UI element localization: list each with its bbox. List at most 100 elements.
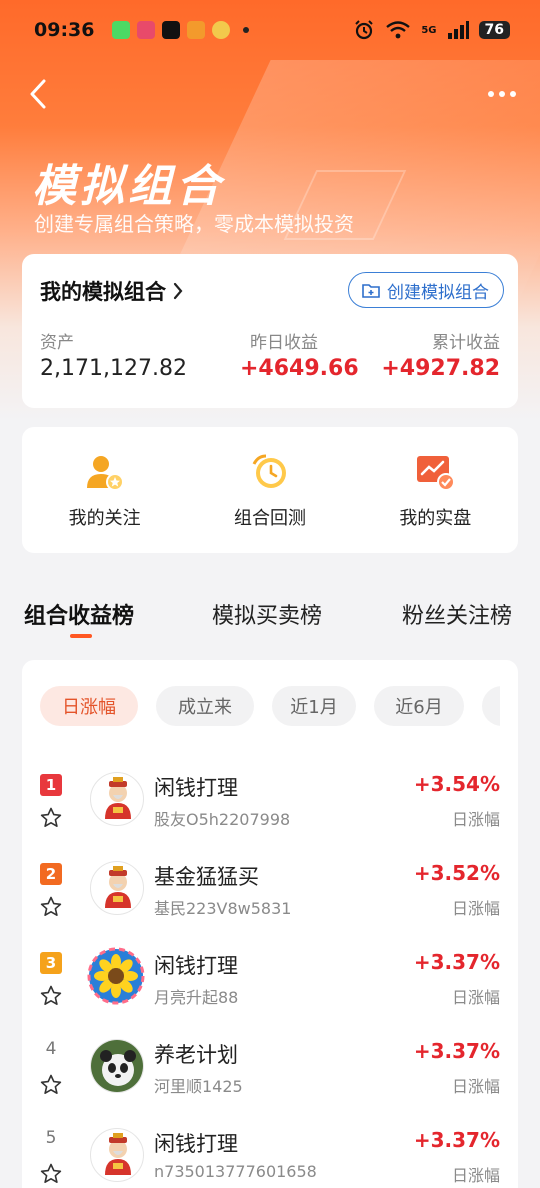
- shortcuts-card: 我的关注 组合回测 我的实盘: [22, 427, 518, 553]
- ranking-row[interactable]: 3 闲钱打理 月亮升起88 +3.37% 日涨幅: [22, 944, 518, 1032]
- clock-icon: [252, 454, 286, 488]
- fortune-god-image: [105, 866, 131, 908]
- filter-daily-gain[interactable]: 日涨幅: [40, 686, 138, 726]
- tiktok-app-icon: [162, 21, 181, 39]
- shortcut-label: 我的实盘: [399, 508, 472, 529]
- portfolio-gain: +3.37%: [413, 1039, 500, 1063]
- chart-check-icon: [417, 456, 456, 491]
- fortune-god-image: [105, 1133, 131, 1175]
- wifi-icon: [386, 21, 411, 39]
- star-outline-icon[interactable]: [39, 895, 63, 919]
- battery-indicator: 76: [478, 21, 510, 39]
- total-profit-label: 累计收益: [432, 333, 500, 353]
- more-dot-icon: [499, 91, 505, 97]
- portfolio-gain: +3.52%: [413, 861, 500, 885]
- filter-6-months[interactable]: 近6月: [374, 686, 464, 726]
- more-dot-icon: [510, 91, 516, 97]
- user-star-icon: [86, 456, 124, 491]
- fortune-god-avatar[interactable]: [90, 772, 144, 826]
- rank-number: 5: [45, 1128, 57, 1148]
- portfolio-name: 闲钱打理: [154, 776, 238, 800]
- page-subtitle: 创建专属组合策略，零成本模拟投资: [34, 212, 354, 236]
- ranking-row[interactable]: 2 基金猛猛买 基民223V8w5831 +3.52% 日涨幅: [22, 855, 518, 943]
- rank-badge: 1: [40, 774, 62, 796]
- filter-more-chip[interactable]: [482, 686, 500, 726]
- portfolio-gain: +3.37%: [413, 1128, 500, 1152]
- star-outline-icon[interactable]: [39, 1073, 63, 1097]
- ranking-row[interactable]: 1 闲钱打理 股友O5h2207998 +3.54% 日涨幅: [22, 766, 518, 854]
- tab-simulated-trading[interactable]: 模拟买卖榜: [212, 598, 322, 630]
- weibo-app-icon: [212, 21, 231, 39]
- back-arrow-icon: [30, 79, 46, 109]
- rank-number: 4: [45, 1039, 57, 1059]
- notification-dot-icon: [243, 27, 250, 33]
- signal-icon: [447, 21, 469, 39]
- create-portfolio-label: 创建模拟组合: [387, 282, 489, 303]
- sunflower-avatar[interactable]: [86, 946, 146, 1006]
- star-outline-icon[interactable]: [39, 1162, 63, 1186]
- portfolio-gain-label: 日涨幅: [451, 1166, 500, 1185]
- more-dot-icon: [488, 91, 494, 97]
- ranking-card: 日涨幅 成立来 近1月 近6月 1 闲钱打理 股友O5h2207998 +3.5…: [22, 660, 518, 1188]
- shopping-app-icon: [137, 21, 156, 39]
- star-outline-icon[interactable]: [39, 806, 63, 830]
- portfolio-owner: 月亮升起88: [154, 988, 239, 1007]
- my-portfolio-title: 我的模拟组合: [40, 280, 166, 304]
- rank-badge: 2: [40, 863, 62, 885]
- portfolio-gain: +3.54%: [413, 772, 500, 796]
- shortcut-real-trading[interactable]: 我的实盘: [360, 450, 510, 530]
- page-title: 模拟组合: [32, 161, 224, 212]
- portfolio-name: 闲钱打理: [154, 1132, 238, 1156]
- portfolio-owner: 基民223V8w5831: [154, 899, 292, 918]
- fortune-god-avatar[interactable]: [90, 861, 144, 915]
- shortcut-backtest[interactable]: 组合回测: [195, 450, 345, 530]
- portfolio-owner: n735013777601658: [154, 1162, 317, 1181]
- portfolio-owner: 河里顺1425: [154, 1077, 243, 1096]
- status-time: 09:36: [34, 19, 95, 41]
- panda-avatar[interactable]: [90, 1039, 144, 1093]
- portfolio-owner: 股友O5h2207998: [154, 810, 291, 829]
- message-app-icon: [112, 21, 131, 39]
- back-button[interactable]: [18, 74, 58, 114]
- portfolio-name: 养老计划: [154, 1043, 238, 1067]
- portfolio-name: 闲钱打理: [154, 954, 238, 978]
- portfolio-gain-label: 日涨幅: [451, 810, 500, 829]
- portfolio-gain-label: 日涨幅: [451, 899, 500, 918]
- panda-image: [91, 1040, 143, 1092]
- assets-label: 资产: [40, 333, 74, 353]
- status-indicators: 5G 76: [353, 19, 510, 41]
- rank-badge: 3: [40, 952, 62, 974]
- more-button[interactable]: [482, 74, 522, 114]
- portfolio-gain-label: 日涨幅: [451, 1077, 500, 1096]
- yesterday-profit-value: +4649.66: [240, 356, 359, 381]
- tab-portfolio-returns[interactable]: 组合收益榜: [24, 598, 134, 630]
- chevron-right-icon: [173, 282, 183, 300]
- my-portfolio-link[interactable]: 我的模拟组合: [40, 276, 184, 306]
- filter-since-inception[interactable]: 成立来: [156, 686, 254, 726]
- fortune-god-avatar[interactable]: [90, 1128, 144, 1182]
- my-portfolio-card: 我的模拟组合 创建模拟组合 资产 2,171,127.82 昨日收益 +4649…: [22, 254, 518, 408]
- star-outline-icon[interactable]: [39, 984, 63, 1008]
- ranking-row[interactable]: 4 养老计划 河里顺1425 +3.37% 日涨幅: [22, 1033, 518, 1121]
- alarm-icon: [355, 20, 374, 40]
- create-portfolio-button[interactable]: 创建模拟组合: [348, 272, 504, 308]
- ranking-tabs: 组合收益榜 模拟买卖榜 粉丝关注榜: [0, 590, 540, 640]
- shortcut-my-follows[interactable]: 我的关注: [30, 450, 180, 530]
- food-app-icon: [187, 21, 206, 39]
- shortcut-label: 我的关注: [68, 508, 141, 529]
- folder-add-icon: [362, 284, 380, 298]
- filter-1-month[interactable]: 近1月: [272, 686, 356, 726]
- tab-fan-follows[interactable]: 粉丝关注榜: [402, 598, 512, 630]
- total-profit-value: +4927.82: [381, 356, 500, 381]
- ranking-row[interactable]: 5 闲钱打理 n735013777601658 +3.37% 日涨幅: [22, 1122, 518, 1188]
- network-type-label: 5G: [421, 24, 437, 36]
- yesterday-profit-label: 昨日收益: [250, 333, 318, 353]
- portfolio-gain: +3.37%: [413, 950, 500, 974]
- fortune-god-image: [105, 777, 131, 819]
- shortcut-label: 组合回测: [233, 508, 306, 529]
- sunflower-image: [87, 947, 145, 1005]
- portfolio-gain-label: 日涨幅: [451, 988, 500, 1007]
- nav-bar: [0, 70, 540, 116]
- status-bar: 09:36 5G 76: [0, 0, 540, 60]
- assets-value: 2,171,127.82: [40, 356, 187, 381]
